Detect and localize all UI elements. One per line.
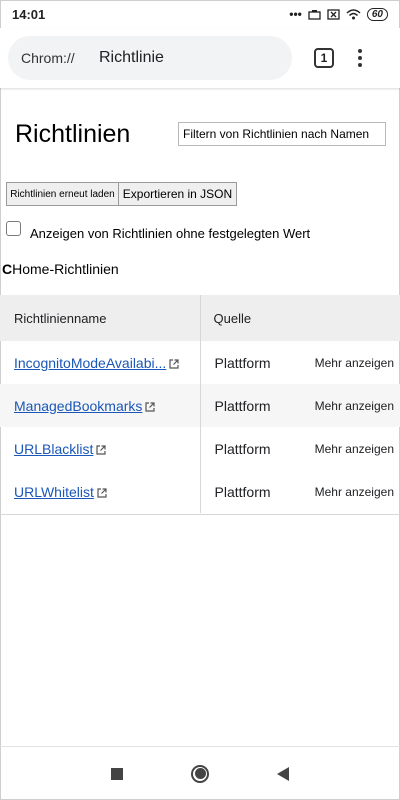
policy-name-cell: URLWhitelist	[0, 470, 201, 513]
policy-source-cell: Plattform	[214, 397, 271, 414]
wifi-icon	[346, 8, 361, 19]
policy-source-cell: Plattform	[214, 483, 271, 500]
menu-dot-icon	[358, 49, 362, 53]
show-more-link[interactable]: Mehr anzeigen	[290, 470, 400, 513]
menu-dot-icon	[358, 63, 362, 67]
show-more-link[interactable]: Mehr anzeigen	[290, 427, 400, 470]
reload-policies-button[interactable]: Richtlinien erneut laden	[6, 182, 119, 206]
table-row: IncognitoModeAvailabi... Plattform Mehr …	[0, 341, 400, 384]
page-title: Richtlinien	[15, 120, 131, 148]
overflow-menu-button[interactable]	[358, 49, 362, 67]
table-header-row: Richtlinienname Quelle	[0, 295, 400, 341]
browser-toolbar: Chrom:// Richtlinie 1	[0, 28, 400, 88]
back-button[interactable]	[242, 766, 325, 781]
back-icon	[277, 766, 289, 781]
show-unset-row: Anzeigen von Richtlinien ohne festgelegt…	[6, 216, 310, 241]
policy-table: Richtlinienname Quelle IncognitoModeAvai…	[0, 295, 400, 513]
url-page: Richtlinie	[99, 49, 164, 66]
table-bottom-border	[0, 514, 400, 515]
menu-dot-icon	[358, 56, 362, 60]
policy-link[interactable]: URLBlacklist	[14, 441, 93, 457]
show-more-link[interactable]: Mehr anzeigen	[290, 384, 400, 427]
system-nav-bar	[0, 746, 400, 800]
notification-icon	[308, 9, 321, 20]
export-json-button[interactable]: Exportieren in JSON	[118, 182, 237, 206]
policy-name-cell: ManagedBookmarks	[0, 384, 201, 427]
policy-name-cell: URLBlacklist	[0, 427, 201, 470]
policy-filter-input[interactable]	[178, 122, 386, 146]
table-row: URLWhitelist Plattform Mehr anzeigen	[0, 470, 400, 513]
policy-source-cell: Plattform	[214, 440, 271, 457]
recents-button[interactable]	[76, 767, 159, 780]
sim-off-icon	[327, 8, 340, 20]
section-title: Home-Richtlinien	[12, 261, 119, 277]
home-button[interactable]	[159, 764, 242, 783]
table-row: ManagedBookmarks Plattform Mehr anzeigen	[0, 384, 400, 427]
show-more-link[interactable]: Mehr anzeigen	[290, 341, 400, 384]
external-link-icon[interactable]	[169, 358, 179, 369]
policy-name-cell: IncognitoModeAvailabi...	[0, 341, 201, 384]
external-link-icon[interactable]	[145, 401, 156, 412]
policy-link[interactable]: ManagedBookmarks	[14, 398, 142, 414]
column-header-source: Quelle	[213, 310, 252, 326]
battery-icon: 60	[366, 7, 388, 21]
address-bar[interactable]: Chrom:// Richtlinie	[8, 36, 292, 80]
status-icons: ••• 60	[289, 7, 388, 21]
table-row: URLBlacklist Plattform Mehr anzeigen	[0, 427, 400, 470]
home-icon	[191, 764, 209, 783]
status-time: 14:01	[12, 6, 46, 22]
tab-switcher-button[interactable]: 1	[314, 48, 334, 68]
policy-source-cell: Plattform	[214, 354, 271, 371]
recents-icon	[111, 767, 123, 780]
section-prefix: C	[2, 261, 13, 277]
show-unset-checkbox[interactable]	[6, 221, 21, 236]
url-scheme: Chrom://	[21, 50, 75, 66]
status-bar: 14:01 ••• 60	[0, 0, 400, 28]
policy-link[interactable]: IncognitoModeAvailabi...	[14, 355, 166, 371]
external-link-icon[interactable]	[96, 444, 106, 455]
show-unset-label: Anzeigen von Richtlinien ohne festgelegt…	[30, 226, 311, 241]
external-link-icon[interactable]	[97, 487, 107, 498]
column-header-name: Richtlinienname	[0, 295, 201, 341]
dots-icon: •••	[289, 7, 302, 21]
section-header: CHome-Richtlinien	[2, 261, 119, 277]
policy-link[interactable]: URLWhitelist	[14, 484, 94, 500]
